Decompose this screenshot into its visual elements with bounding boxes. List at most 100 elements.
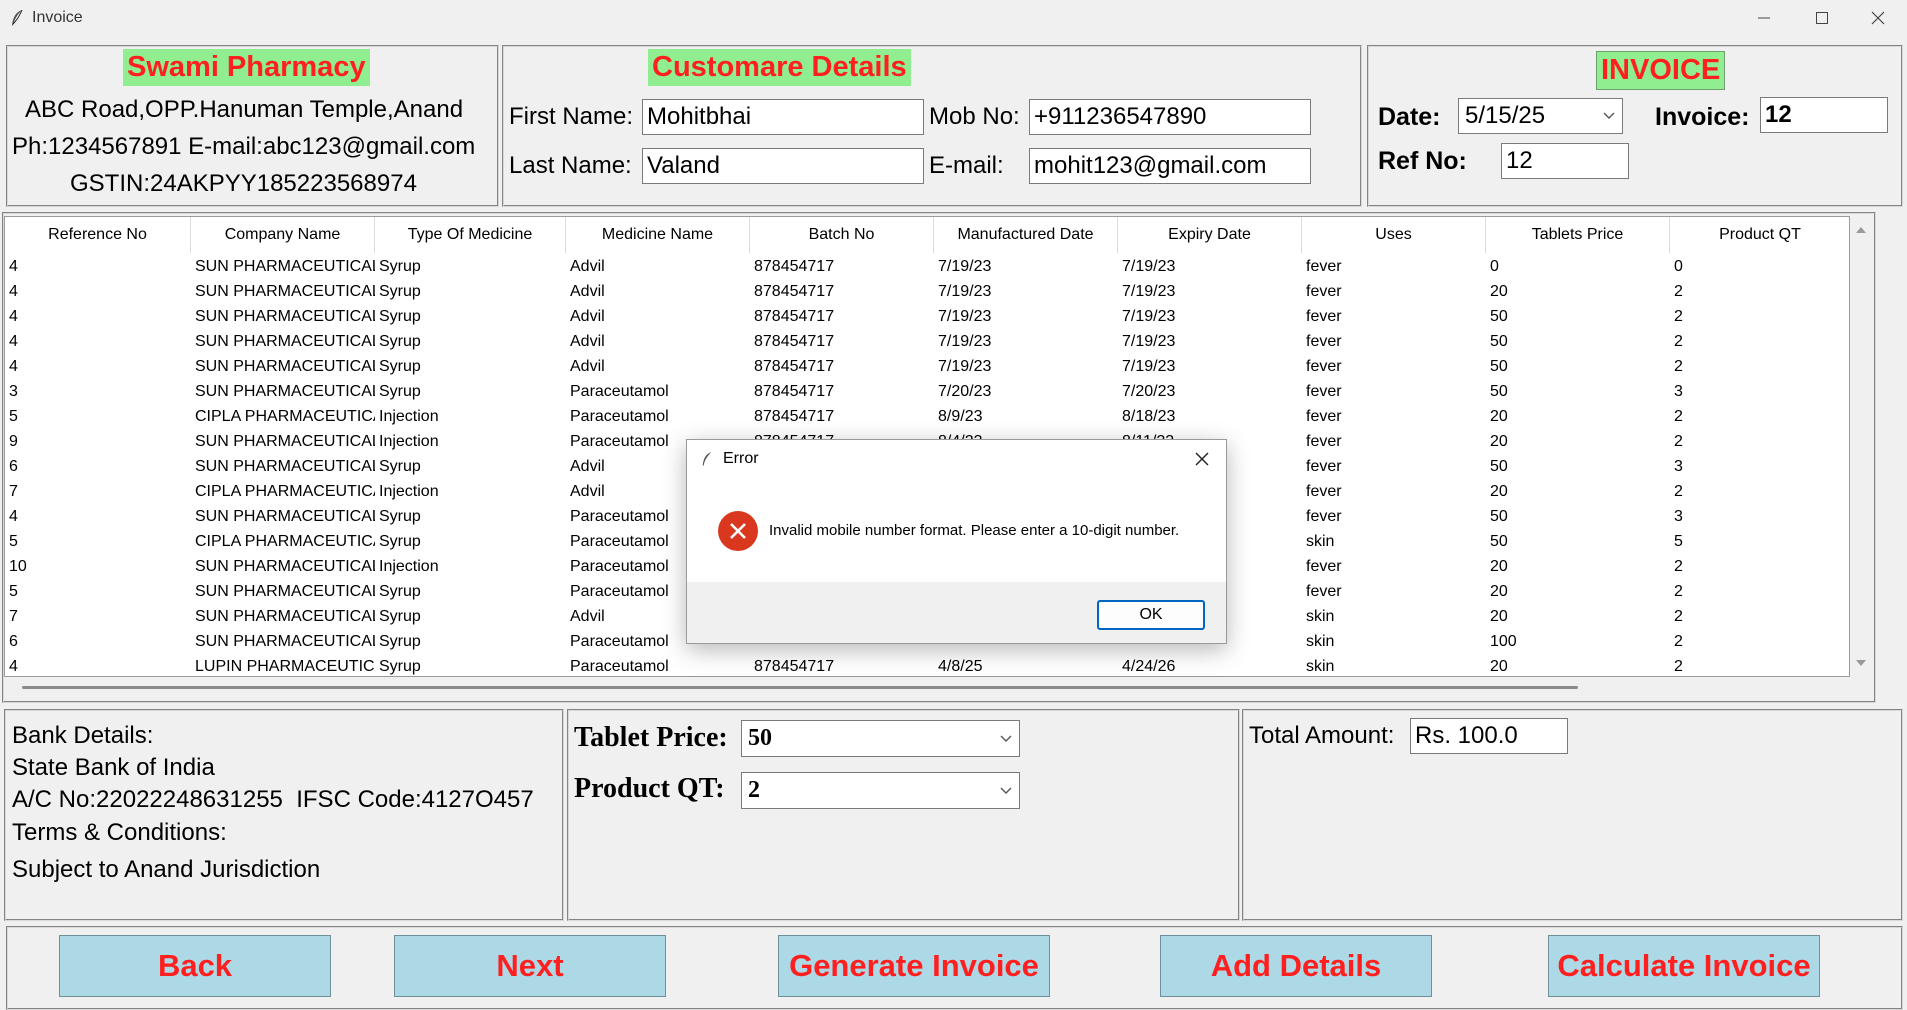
table-cell: 2 (1674, 608, 1683, 625)
dialog-close-button[interactable] (1186, 444, 1218, 474)
bank-account: A/C No:22022248631255 IFSC Code:4127O457 (12, 786, 534, 813)
generate-invoice-button[interactable]: Generate Invoice (778, 935, 1050, 997)
table-row[interactable]: 4 SUN PHARMACEUTICAL Syrup Advil 878454717 7/… (5, 329, 1849, 354)
table-cell: 7/19/23 (938, 358, 992, 375)
table-cell: 5 (9, 533, 18, 550)
close-window-button[interactable] (1849, 0, 1907, 36)
column-header[interactable]: Medicine Name (566, 217, 750, 253)
column-header[interactable]: Company Name (191, 217, 375, 253)
table-vertical-scrollbar[interactable] (1850, 216, 1872, 677)
table-cell: Injection (379, 558, 439, 575)
column-header[interactable]: Tablets Price (1486, 217, 1670, 253)
table-cell: skin (1306, 658, 1335, 675)
ref-no-input[interactable]: 12 (1501, 143, 1629, 179)
last-name-input[interactable]: Valand (642, 148, 924, 184)
next-button[interactable]: Next (394, 935, 666, 997)
table-row[interactable]: 4 SUN PHARMACEUTICAL Syrup Advil 878454717 7/… (5, 304, 1849, 329)
table-cell: 8/9/23 (938, 408, 983, 425)
email-label: E-mail: (929, 152, 1004, 179)
minimize-icon (1758, 17, 1770, 19)
scroll-thumb[interactable] (22, 686, 1578, 689)
table-row[interactable]: 3 SUN PHARMACEUTICAL Syrup Paraceutamol 8784… (5, 379, 1849, 404)
table-cell: fever (1306, 458, 1342, 475)
table-cell: 4/24/26 (1122, 658, 1176, 675)
ok-button[interactable]: OK (1097, 600, 1205, 630)
table-cell: 50 (1490, 358, 1508, 375)
table-cell: 7/19/23 (938, 258, 992, 275)
table-cell: fever (1306, 483, 1342, 500)
dialog-title: Error (723, 450, 759, 467)
table-cell: 5 (9, 583, 18, 600)
tablet-price-combobox[interactable]: 50 (741, 720, 1020, 757)
table-cell: 7/19/23 (1122, 258, 1176, 275)
table-row[interactable]: 5 CIPLA PHARMACEUTICA Injection Paraceutamo… (5, 404, 1849, 429)
table-cell: CIPLA PHARMACEUTICA (195, 408, 375, 425)
table-cell: fever (1306, 258, 1342, 275)
calculate-invoice-button[interactable]: Calculate Invoice (1548, 935, 1820, 997)
column-header[interactable]: Uses (1302, 217, 1486, 253)
table-cell: SUN PHARMACEUTICAL (195, 608, 375, 625)
table-cell: SUN PHARMACEUTICAL (195, 308, 375, 325)
table-cell: 20 (1490, 558, 1508, 575)
table-cell: 7/19/23 (938, 308, 992, 325)
product-qt-combobox[interactable]: 2 (741, 772, 1020, 809)
column-header[interactable]: Expiry Date (1118, 217, 1302, 253)
table-row[interactable]: 4 SUN PHARMACEUTICAL Syrup Advil 878454717 7/… (5, 254, 1849, 279)
table-cell: 878454717 (754, 383, 835, 400)
back-button[interactable]: Back (59, 935, 331, 997)
column-header[interactable]: Reference No (5, 217, 191, 253)
table-row[interactable]: 4 LUPIN PHARMACEUTICA Syrup Paraceutamol 878… (5, 654, 1849, 676)
table-cell: Injection (379, 433, 439, 450)
email-input[interactable]: mohit123@gmail.com (1029, 148, 1311, 184)
close-icon (1871, 11, 1885, 25)
scroll-up-icon (1856, 227, 1866, 233)
table-cell: Syrup (379, 633, 421, 650)
table-cell: SUN PHARMACEUTICAL (195, 258, 375, 275)
table-cell: SUN PHARMACEUTICAL (195, 458, 375, 475)
table-cell: SUN PHARMACEUTICAL (195, 558, 375, 575)
table-cell: fever (1306, 508, 1342, 525)
table-cell: 50 (1490, 308, 1508, 325)
table-cell: 20 (1490, 433, 1508, 450)
table-cell: 878454717 (754, 358, 835, 375)
maximize-button[interactable] (1793, 0, 1851, 36)
minimize-button[interactable] (1735, 0, 1793, 36)
column-header[interactable]: Type Of Medicine (375, 217, 566, 253)
table-cell: 5 (1674, 533, 1683, 550)
table-header: Reference No Company Name Type Of Medicine… (5, 217, 1849, 253)
table-row[interactable]: 4 SUN PHARMACEUTICAL Syrup Advil 878454717 7/… (5, 279, 1849, 304)
column-header[interactable]: Product QT (1670, 217, 1849, 253)
customer-details-heading: Customare Details (648, 49, 911, 86)
table-cell: 3 (1674, 458, 1683, 475)
table-cell: 7/19/23 (1122, 308, 1176, 325)
date-combobox[interactable]: 5/15/25 (1458, 98, 1623, 134)
table-cell: 0 (1674, 258, 1683, 275)
total-amount-input[interactable]: Rs. 100.0 (1410, 718, 1568, 754)
column-header[interactable]: Batch No (750, 217, 934, 253)
ref-no-label: Ref No: (1378, 147, 1467, 175)
terms-text: Subject to Anand Jurisdiction (12, 856, 321, 883)
table-cell: 2 (1674, 583, 1683, 600)
error-icon (718, 511, 758, 551)
add-details-button[interactable]: Add Details (1160, 935, 1432, 997)
error-dialog: Error Invalid mobile number format. Plea… (686, 439, 1227, 644)
first-name-input[interactable]: Mohitbhai (642, 99, 924, 135)
table-cell: 4 (9, 358, 18, 375)
table-cell: 4 (9, 308, 18, 325)
table-cell: SUN PHARMACEUTICAL (195, 283, 375, 300)
date-label: Date: (1378, 103, 1441, 131)
first-name-label: First Name: (509, 103, 634, 130)
table-cell: fever (1306, 308, 1342, 325)
table-cell: fever (1306, 433, 1342, 450)
mobile-input[interactable]: +911236547890 (1029, 99, 1311, 135)
table-cell: 20 (1490, 583, 1508, 600)
column-header[interactable]: Manufactured Date (934, 217, 1118, 253)
table-cell: 3 (1674, 383, 1683, 400)
table-row[interactable]: 4 SUN PHARMACEUTICAL Syrup Advil 878454717 7/… (5, 354, 1849, 379)
table-cell: fever (1306, 358, 1342, 375)
invoice-number-input[interactable]: 12 (1760, 97, 1888, 133)
table-horizontal-scrollbar[interactable] (4, 677, 1850, 699)
table-cell: 2 (1674, 408, 1683, 425)
table-cell: 20 (1490, 658, 1508, 675)
table-cell: 20 (1490, 608, 1508, 625)
